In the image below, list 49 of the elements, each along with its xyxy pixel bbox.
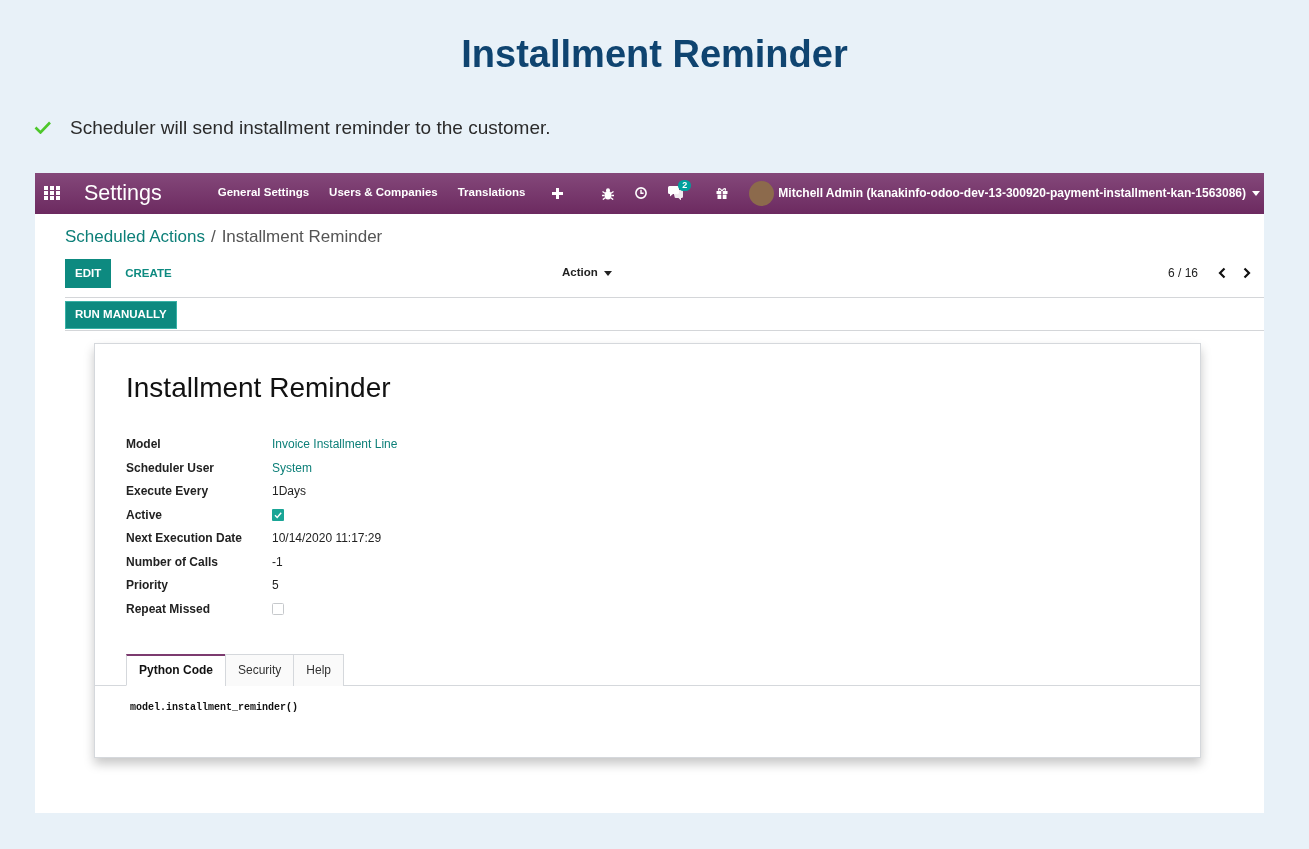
caret-icon xyxy=(1252,190,1260,196)
clock-icon[interactable] xyxy=(635,187,648,200)
create-button[interactable]: CREATE xyxy=(125,258,172,288)
field-value: -1 xyxy=(272,553,283,571)
field-label: Model xyxy=(126,436,162,454)
field-label: Execute Every xyxy=(126,483,210,501)
field-label: Priority xyxy=(126,577,169,595)
record-title: Installment Reminder xyxy=(126,370,391,405)
breadcrumb-current: Installment Reminder xyxy=(221,225,383,248)
chat-icon[interactable] xyxy=(668,186,684,201)
check-icon xyxy=(34,121,51,135)
field-link[interactable]: System xyxy=(272,458,312,477)
notebook-tab[interactable]: Python Code xyxy=(126,653,226,686)
menu-link[interactable]: Translations xyxy=(457,184,526,202)
feature-text: Scheduler will send installment reminder to the customer. xyxy=(70,115,551,140)
bug-icon[interactable] xyxy=(602,186,615,200)
checkbox[interactable] xyxy=(272,602,284,615)
run-manually-button[interactable]: RUN MANUALLY xyxy=(65,300,177,329)
field-label: Repeat Missed xyxy=(126,600,212,618)
field-value: 5 xyxy=(272,577,279,595)
notebook-tab[interactable]: Security xyxy=(225,653,295,686)
menu-link[interactable]: Users & Companies xyxy=(329,184,438,202)
unread-count-badge: 2 xyxy=(678,180,692,192)
breadcrumb-separator: / xyxy=(210,225,216,248)
apps-menu-icon[interactable] xyxy=(44,186,60,201)
field-label: Next Execution Date xyxy=(126,530,244,548)
user-menu-toggle[interactable]: Mitchell Admin (kanakinfo-odoo-dev-13-300920-payment-installment-kan-1563086) xyxy=(778,184,1260,203)
pager-counter: 6 / 16 xyxy=(1167,265,1198,283)
field-value: 10/14/2020 11:17:29 xyxy=(272,530,382,548)
field-label: Active xyxy=(126,506,164,524)
action-dropdown[interactable]: Action xyxy=(562,264,612,282)
field-label: Number of Calls xyxy=(126,553,219,571)
field-link[interactable]: Invoice Installment Line xyxy=(272,435,398,454)
caret-icon xyxy=(603,270,612,276)
field-label: Scheduler User xyxy=(126,459,216,477)
plus-icon[interactable] xyxy=(552,187,564,199)
app-title[interactable]: Settings xyxy=(84,180,162,207)
breadcrumb-link[interactable]: Scheduled Actions xyxy=(65,225,205,248)
previous-icon[interactable] xyxy=(1218,267,1226,280)
user-avatar xyxy=(749,180,775,206)
field-value: 1Days xyxy=(272,483,306,501)
gift-icon[interactable] xyxy=(716,187,729,200)
checkbox[interactable] xyxy=(272,508,284,521)
code-text: model.installment_reminder() xyxy=(130,700,299,715)
edit-button[interactable]: EDIT xyxy=(65,258,112,288)
menu-link[interactable]: General Settings xyxy=(217,184,310,202)
notebook-tab[interactable]: Help xyxy=(293,653,345,686)
page-heading: Installment Reminder xyxy=(461,32,848,77)
next-icon[interactable] xyxy=(1243,267,1251,280)
